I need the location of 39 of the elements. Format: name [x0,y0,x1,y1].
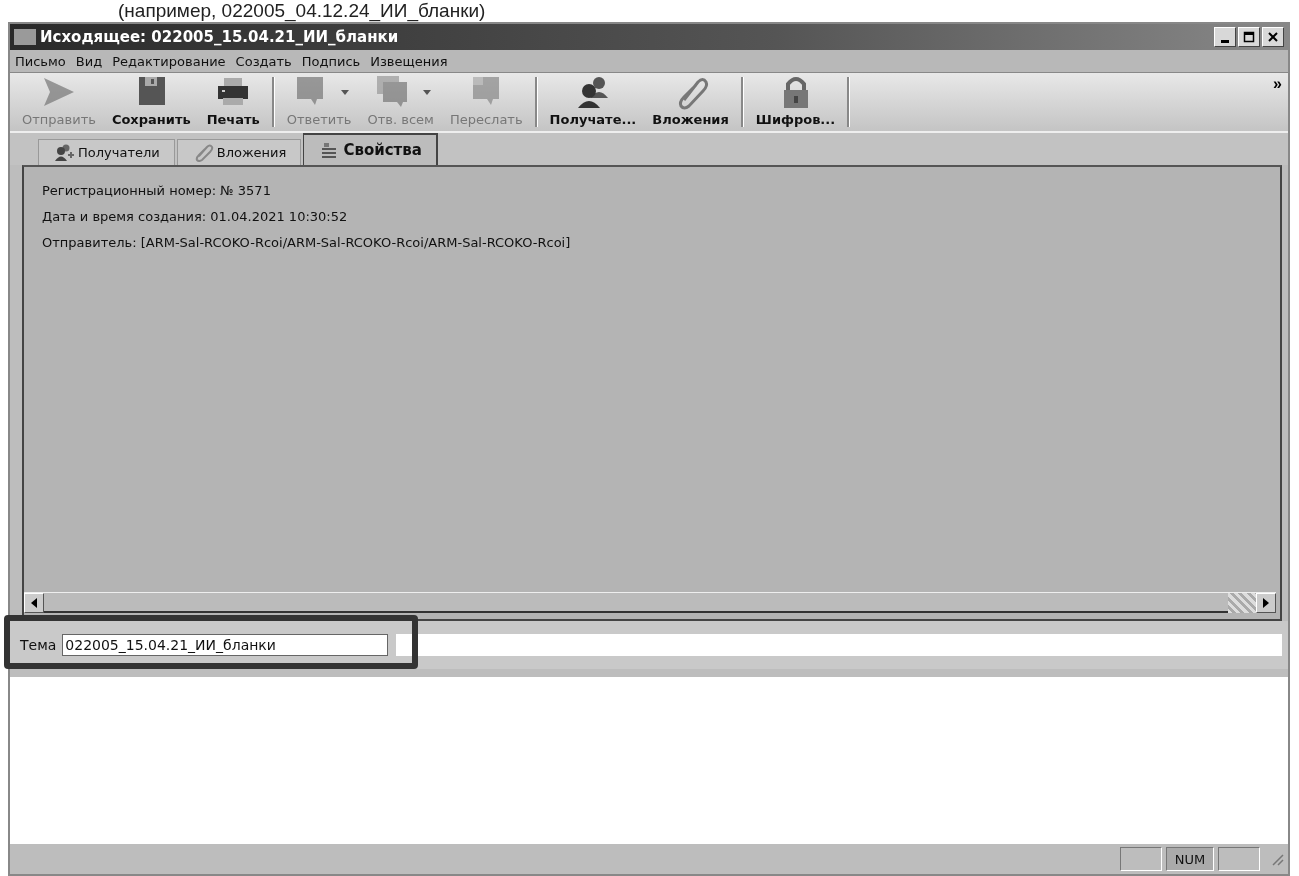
scroll-right-icon[interactable] [1256,593,1276,613]
scroll-thumb[interactable] [1228,593,1256,613]
property-text: Регистрационный номер: № 3571 [42,183,272,198]
status-panel [1120,847,1162,871]
people-icon [55,143,75,162]
tab[interactable]: Свойства [303,133,438,165]
property-text: Дата и время создания: 01.04.2021 10:30:52 [42,209,349,224]
menu-item[interactable]: Редактирование [107,53,231,69]
menu-item[interactable]: Письмо [10,53,71,69]
menu-item[interactable]: Вид [70,53,108,69]
maximize-button[interactable] [1238,27,1260,47]
subject-field[interactable]: 022005_15.04.21_ИИ_бланки [62,634,389,656]
app-icon [14,29,36,45]
toolbar-button[interactable]: Получате... [541,73,645,131]
horizontal-scrollbar[interactable] [24,592,1276,613]
toolbar-button[interactable]: Шифров... [747,73,844,131]
maximize-icon [1243,31,1255,43]
scroll-left-icon[interactable] [24,593,44,613]
close-icon [1267,31,1279,43]
paperclip-icon [193,143,214,162]
window-title: Исходящее: 022005_15.04.21_ИИ_бланки [40,28,400,46]
menu-item[interactable]: Подпись [296,53,366,69]
toolbar-button[interactable]: Печать [198,73,268,131]
subject-label: Тема [20,637,57,653]
status-panel [1218,847,1260,871]
menu-item[interactable]: Создать [230,53,297,69]
status-indicator: NUM [1166,847,1214,871]
toolbar-button[interactable]: Вложения [644,73,737,131]
more-button[interactable]: » [1269,73,1286,95]
minimize-icon [1221,39,1229,43]
minimize-button[interactable] [1214,27,1236,47]
close-button[interactable] [1262,27,1284,47]
tab[interactable]: Вложения [176,139,302,165]
caption-text: (например, 022005_04.12.24_ИИ_бланки) [118,0,487,22]
menu-item[interactable]: Извещения [365,53,453,69]
toolbar-button[interactable]: Сохранить [103,73,199,131]
property-text: Отправитель: [ARM-Sal-RCOKO-Rcoi/ARM-Sal-RCOKO-Rcoi/ARM-Sal-RCOKO-Rcoi] [42,235,572,250]
tab[interactable]: Получатели [38,139,175,165]
resize-grip-icon[interactable] [1270,852,1284,866]
